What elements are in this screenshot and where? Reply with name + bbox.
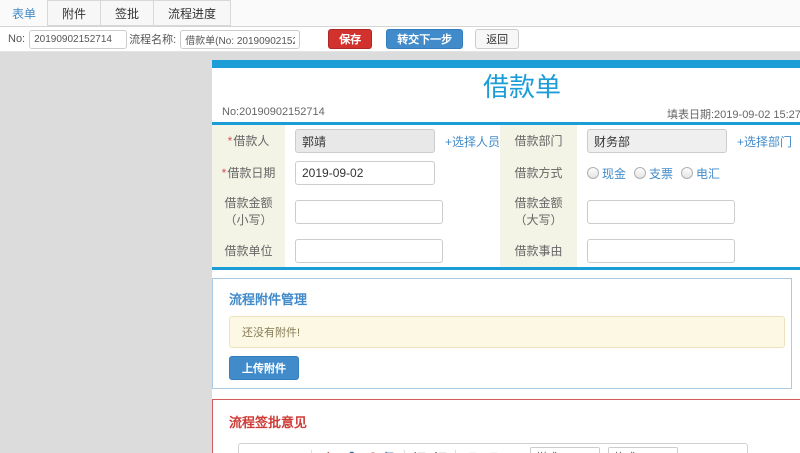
- doc-fill-date: 填表日期:2019-09-02 15:27:1: [667, 109, 800, 121]
- doc-number: No:20190902152714: [222, 106, 325, 118]
- borrower-label: *借款人: [212, 125, 285, 157]
- amount-lower-label: 借款金额（小写）: [212, 189, 285, 235]
- department-input[interactable]: [587, 129, 727, 153]
- radio-cheque[interactable]: 支票: [634, 165, 673, 182]
- loan-method-radio-group: 现金 支票 电汇: [587, 165, 720, 182]
- italic-icon[interactable]: I: [266, 448, 285, 453]
- tab-flow-progress[interactable]: 流程进度: [153, 0, 232, 26]
- amount-upper-label: 借款金额（大写）: [500, 189, 577, 235]
- styles-dropdown[interactable]: 样式▾: [530, 447, 600, 453]
- back-button[interactable]: 返回: [475, 29, 520, 49]
- radio-icon: [681, 167, 694, 179]
- radio-icon: [634, 167, 647, 179]
- no-label: No:: [8, 33, 26, 45]
- action-bar: No: 流程名称: 保存 转交下一步 返回: [0, 27, 800, 52]
- loan-reason-input[interactable]: [587, 239, 735, 263]
- attachments-panel: 流程附件管理 还没有附件! 上传附件: [212, 278, 792, 389]
- rich-text-editor: B I abc: [238, 443, 748, 453]
- amount-lower-input[interactable]: [295, 200, 443, 224]
- department-label: 借款部门: [500, 125, 577, 157]
- select-person-link[interactable]: +选择人员: [445, 133, 500, 150]
- radio-cash[interactable]: 现金: [587, 165, 626, 182]
- bold-icon[interactable]: B: [245, 448, 264, 453]
- panel-accent-bar: [212, 60, 800, 68]
- borrower-input[interactable]: [295, 129, 435, 153]
- flow-name-label: 流程名称:: [129, 34, 177, 46]
- copy-formatting-icon[interactable]: [317, 448, 336, 453]
- forward-next-button[interactable]: 转交下一步: [386, 29, 464, 49]
- select-department-link[interactable]: +选择部门: [737, 133, 792, 150]
- blockquote-icon[interactable]: ”: [503, 448, 522, 453]
- flow-name-input[interactable]: [180, 29, 301, 49]
- save-button[interactable]: 保存: [328, 29, 373, 49]
- no-input[interactable]: [29, 29, 128, 49]
- editor-toolbar: B I abc: [239, 444, 747, 453]
- tab-approvals[interactable]: 签批: [100, 0, 155, 26]
- radio-wire[interactable]: 电汇: [681, 165, 720, 182]
- page-title: 借款单: [482, 72, 561, 102]
- strikethrough-icon[interactable]: abc: [287, 448, 306, 453]
- ordered-list-icon[interactable]: [410, 448, 429, 453]
- loan-form-panel: 借款单 No:20190902152714 填表日期:2019-09-02 15…: [212, 60, 800, 453]
- radio-icon: [587, 167, 599, 179]
- flag-anchor-icon[interactable]: [380, 448, 399, 453]
- outdent-icon[interactable]: [461, 448, 480, 453]
- unlink-icon[interactable]: [359, 448, 378, 453]
- tab-form[interactable]: 表单: [0, 0, 49, 26]
- loan-reason-label: 借款事由: [500, 235, 577, 267]
- loan-method-label: 借款方式: [500, 157, 577, 189]
- approval-heading: 流程签批意见: [229, 415, 308, 430]
- approval-panel: 流程签批意见 B I abc: [212, 399, 800, 453]
- unordered-list-icon[interactable]: [431, 448, 450, 453]
- doc-meta-row: No:20190902152714 填表日期:2019-09-02 15:27:…: [212, 104, 800, 122]
- tab-bar: 表单 附件 签批 流程进度: [0, 0, 800, 27]
- no-attachments-alert: 还没有附件!: [229, 316, 785, 348]
- loan-unit-label: 借款单位: [212, 235, 285, 267]
- format-dropdown[interactable]: 格式▾: [608, 447, 678, 453]
- loan-date-input[interactable]: [295, 161, 435, 185]
- amount-upper-input[interactable]: [587, 200, 735, 224]
- upload-attachment-button[interactable]: 上传附件: [229, 356, 299, 380]
- tab-attachments[interactable]: 附件: [47, 0, 102, 26]
- loan-unit-input[interactable]: [295, 239, 443, 263]
- indent-icon[interactable]: [482, 448, 501, 453]
- link-icon[interactable]: [338, 448, 357, 453]
- loan-form-table: *借款人 +选择人员 借款部门 +选择部门 *借款日期 借款方式 现金 支票 电…: [212, 122, 800, 270]
- loan-date-label: *借款日期: [212, 157, 285, 189]
- attachments-heading: 流程附件管理: [229, 292, 308, 307]
